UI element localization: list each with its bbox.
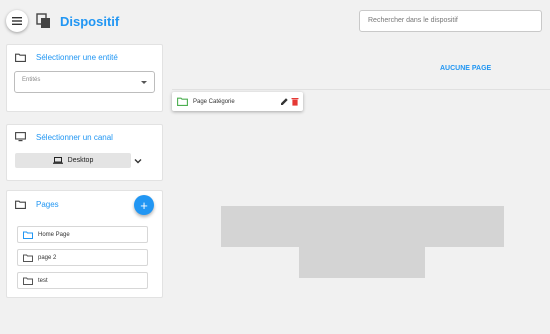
main-panel: AUCUNE PAGE Page Catégorie bbox=[172, 42, 550, 334]
search-input[interactable]: Rechercher dans le dispositif bbox=[359, 10, 542, 32]
list-item-label: page 2 bbox=[38, 254, 57, 261]
entity-select-placeholder: Entités bbox=[22, 77, 41, 83]
pages-card-header: Pages bbox=[15, 200, 59, 209]
trash-icon[interactable] bbox=[291, 97, 299, 106]
divider bbox=[172, 89, 550, 90]
laptop-icon bbox=[52, 157, 63, 164]
entity-card-title: Sélectionner une entité bbox=[36, 53, 118, 62]
list-item-label: test bbox=[38, 277, 48, 284]
add-page-button[interactable]: + bbox=[134, 195, 154, 215]
list-item[interactable]: test bbox=[17, 272, 148, 289]
preview-placeholder-bottom bbox=[299, 247, 425, 278]
chevron-down-icon[interactable] bbox=[133, 156, 143, 166]
folder-icon bbox=[23, 277, 33, 285]
entity-card-header: Sélectionner une entité bbox=[15, 53, 118, 62]
channel-card-header: Sélectionner un canal bbox=[15, 132, 113, 142]
menu-icon bbox=[12, 17, 22, 25]
preview-placeholder-top bbox=[221, 206, 504, 247]
app-header: Dispositif Rechercher dans le dispositif bbox=[0, 0, 550, 42]
category-label: Page Catégorie bbox=[193, 98, 235, 105]
folder-icon bbox=[15, 53, 26, 62]
channel-select-button[interactable]: Desktop bbox=[15, 153, 131, 168]
folder-icon bbox=[23, 231, 33, 239]
channel-card-title: Sélectionner un canal bbox=[36, 132, 113, 142]
app-title: Dispositif bbox=[60, 14, 120, 29]
monitor-icon bbox=[15, 132, 26, 142]
category-item[interactable]: Page Catégorie bbox=[172, 92, 303, 111]
pages-card-title: Pages bbox=[36, 200, 59, 209]
folder-icon bbox=[15, 200, 26, 209]
entity-select[interactable]: Entités bbox=[14, 71, 155, 93]
channel-selected-label: Desktop bbox=[67, 157, 94, 164]
pencil-icon[interactable] bbox=[280, 97, 289, 106]
folder-icon bbox=[177, 97, 188, 106]
folder-icon bbox=[23, 254, 33, 262]
channel-card: Sélectionner un canal Desktop bbox=[6, 124, 163, 181]
copy-stack-icon bbox=[36, 13, 50, 28]
list-item[interactable]: Home Page bbox=[17, 226, 148, 243]
pages-card: Pages + Home Page page 2 test bbox=[6, 190, 163, 298]
chevron-down-icon bbox=[141, 81, 147, 84]
empty-state-label: AUCUNE PAGE bbox=[440, 65, 492, 72]
menu-button[interactable] bbox=[6, 10, 28, 32]
entity-card: Sélectionner une entité Entités bbox=[6, 44, 163, 112]
list-item-label: Home Page bbox=[38, 231, 70, 238]
list-item[interactable]: page 2 bbox=[17, 249, 148, 266]
